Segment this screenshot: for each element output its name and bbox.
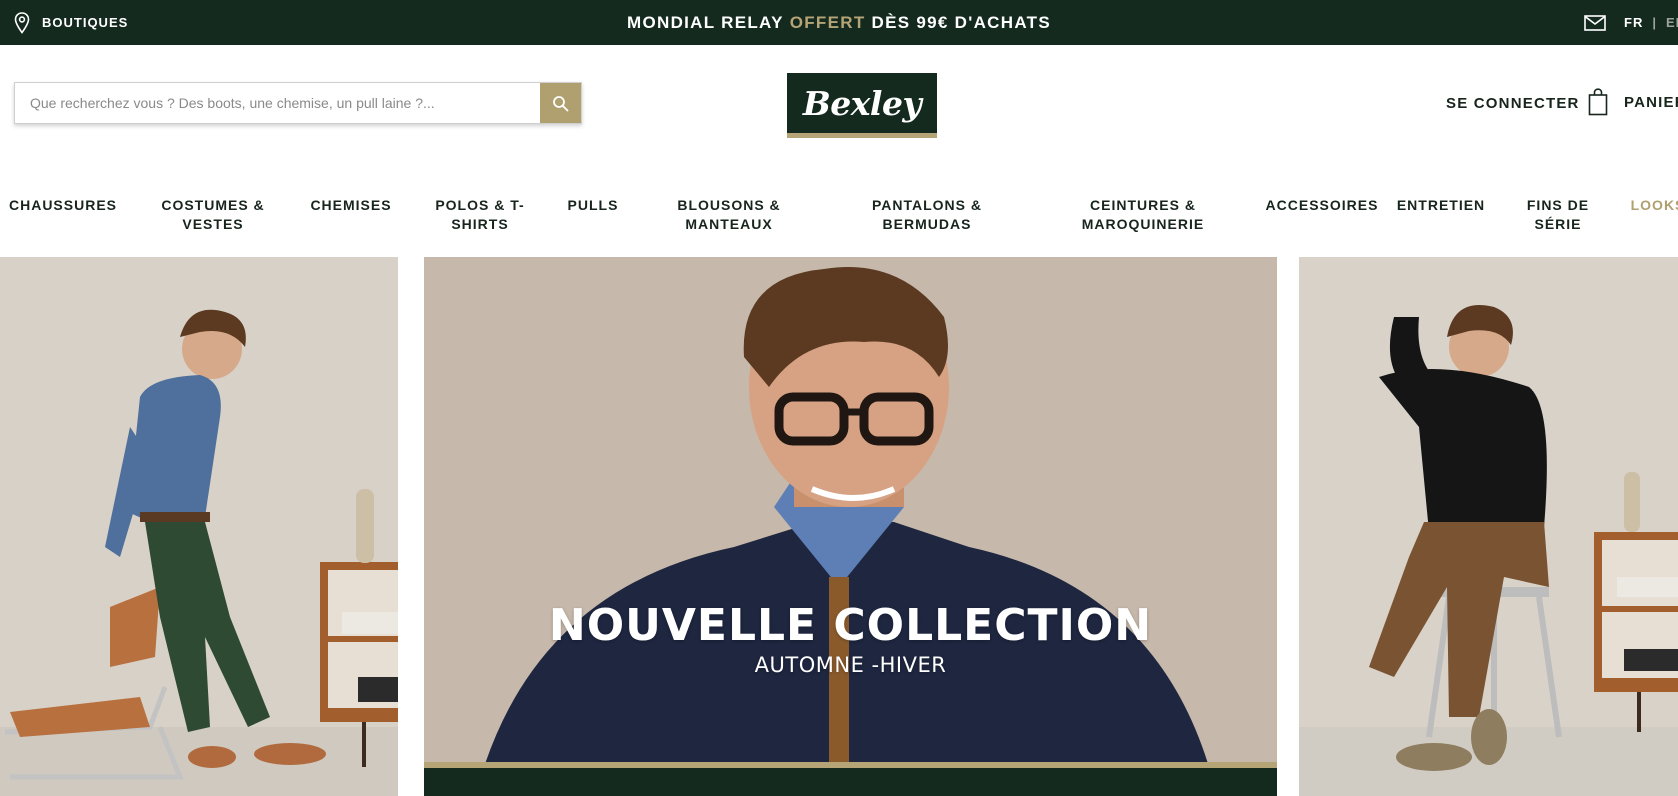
cart-link[interactable]: PANIER [1588,84,1678,120]
stores-link[interactable]: BOUTIQUES [14,0,128,45]
nav-item-entretien[interactable]: ENTRETIEN [1397,196,1485,215]
nav-item-fins-de-serie[interactable]: FINS DE SÉRIE [1527,196,1589,234]
hero-slide-right[interactable] [1299,257,1678,796]
nav-item-blousons-manteaux[interactable]: BLOUSONS & MANTEAUX [677,196,780,234]
nav-item-ceintures-maroquinerie[interactable]: CEINTURES & MAROQUINERIE [1082,196,1204,234]
login-link[interactable]: SE CONNECTER [1446,93,1580,113]
hero-title: NOUVELLE COLLECTION [548,600,1153,651]
shopping-bag-icon [1588,88,1608,116]
logo-text: Bexley [802,83,922,123]
hero-carousel: NOUVELLE COLLECTION AUTOMNE -HIVER [0,257,1678,796]
nav-item-costumes-vestes[interactable]: COSTUMES & VESTES [161,196,264,234]
cart-label: PANIER [1624,93,1678,111]
model-photo-blue-shirt [0,257,398,796]
hero-slide-left[interactable] [0,257,398,796]
search-bar [14,82,582,124]
language-separator: | [1652,15,1657,30]
promo-text-end: DÈS 99€ D'ACHATS [871,12,1051,32]
nav-item-polos-tshirts[interactable]: POLOS & T- SHIRTS [435,196,524,234]
nav-item-pantalons-bermudas[interactable]: PANTALONS & BERMUDAS [872,196,982,234]
login-label: SE CONNECTER [1446,94,1580,112]
search-icon [553,95,569,111]
stores-label: BOUTIQUES [42,15,129,30]
model-photo-black-shirt [1299,257,1678,796]
language-fr[interactable]: FR [1624,15,1643,30]
search-button[interactable] [540,83,581,123]
main-nav: CHAUSSURES COSTUMES & VESTES CHEMISES PO… [0,196,1678,240]
nav-item-chemises[interactable]: CHEMISES [310,196,391,215]
brand-logo[interactable]: Bexley [787,73,937,138]
hero-subtitle: AUTOMNE -HIVER [754,653,947,677]
promo-text-start: MONDIAL RELAY [627,12,784,32]
location-pin-icon [14,11,30,34]
search-input[interactable] [15,83,541,123]
nav-item-accessoires[interactable]: ACCESSOIRES [1266,196,1379,215]
topbar-right: FR | EN [1584,0,1678,45]
mail-icon[interactable] [1584,14,1606,31]
promo-highlight: OFFERT [789,12,866,32]
top-banner: BOUTIQUES MONDIAL RELAY OFFERT DÈS 99€ D… [0,0,1678,45]
nav-item-chaussures[interactable]: CHAUSSURES [9,196,117,215]
language-en[interactable]: EN [1666,15,1678,30]
nav-item-pulls[interactable]: PULLS [568,196,619,215]
hero-slide-center[interactable] [424,257,1277,796]
model-photo-portrait [424,257,1277,796]
shipping-promo: MONDIAL RELAY OFFERT DÈS 99€ D'ACHATS [0,0,1678,45]
nav-item-looks[interactable]: LOOKS [1631,196,1678,215]
